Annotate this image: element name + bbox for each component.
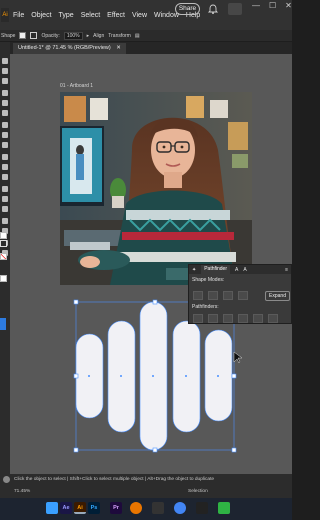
outline-icon[interactable] [253, 314, 263, 323]
pathfinders-row [193, 314, 278, 323]
shape-modes-label: Shape Modes: [192, 277, 225, 283]
panel-tab-other-1[interactable]: ✦ [192, 267, 196, 273]
illustrator-icon[interactable]: Ai [74, 502, 86, 514]
info-icon [3, 476, 10, 483]
handle-bottom-center [152, 447, 158, 453]
photoshop-icon[interactable]: Ps [88, 502, 100, 514]
pathfinder-tabs: ✦ Pathfinder A A ≡ [189, 265, 291, 274]
pathfinders-label: Pathfinders: [192, 304, 219, 310]
pathfinder-panel: ✦ Pathfinder A A ≡ Shape Modes: Expand P… [188, 264, 292, 324]
expand-button[interactable]: Expand [265, 291, 290, 301]
minus-front-icon[interactable] [208, 291, 218, 300]
selection-overlay [73, 299, 243, 453]
panel-tab-other-2[interactable]: A [235, 267, 238, 273]
center-point-5 [217, 375, 219, 377]
center-point-3 [152, 375, 154, 377]
center-point-4 [185, 375, 187, 377]
unite-icon[interactable] [193, 291, 203, 300]
taskbar: Ae Ai Ps Pr [0, 498, 292, 520]
handle-top-left [73, 299, 79, 305]
status-bar: Click the object to select | Shift+Click… [0, 474, 292, 498]
windows-start-icon[interactable] [46, 502, 58, 514]
trim-icon[interactable] [208, 314, 218, 323]
mouse-cursor-icon [233, 351, 243, 364]
divide-icon[interactable] [193, 314, 203, 323]
blender-icon[interactable] [130, 502, 142, 514]
handle-bottom-left [73, 447, 79, 453]
status-hint: Click the object to select | Shift+Click… [14, 477, 215, 482]
after-effects-icon[interactable]: Ae [60, 502, 72, 514]
panel-menu-icon[interactable]: ≡ [285, 267, 288, 273]
handle-top-center [152, 299, 158, 305]
green-app-icon[interactable] [218, 502, 230, 514]
shape-modes-row [193, 291, 248, 300]
handle-middle-right [231, 373, 237, 379]
exclude-icon[interactable] [238, 291, 248, 300]
tool-mode[interactable]: Selection [188, 489, 208, 494]
crop-icon[interactable] [238, 314, 248, 323]
panel-tab-other-3[interactable]: A [243, 267, 246, 273]
center-point-1 [88, 375, 90, 377]
pathfinder-tab[interactable]: Pathfinder [201, 265, 230, 274]
zoom-level[interactable]: 71.45% [14, 489, 30, 494]
intersect-icon[interactable] [223, 291, 233, 300]
handle-bottom-right [231, 447, 237, 453]
handle-middle-left [73, 373, 79, 379]
davinci-icon[interactable] [152, 502, 164, 514]
premiere-icon[interactable]: Pr [110, 502, 122, 514]
figma-icon[interactable] [196, 502, 208, 514]
chrome-icon[interactable] [174, 502, 186, 514]
center-point-2 [120, 375, 122, 377]
minus-back-icon[interactable] [268, 314, 278, 323]
merge-icon[interactable] [223, 314, 233, 323]
